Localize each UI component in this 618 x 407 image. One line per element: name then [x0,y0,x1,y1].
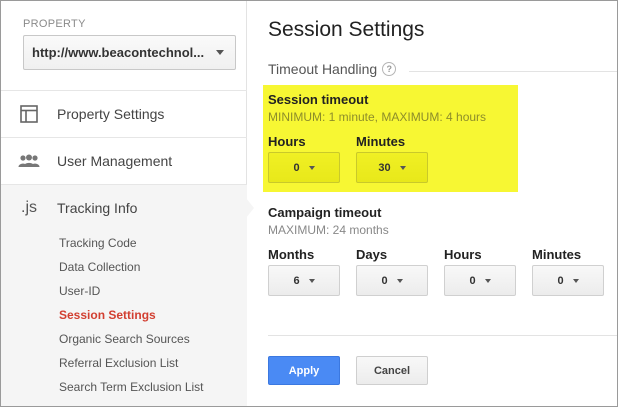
chevron-down-icon [572,278,579,283]
apply-button[interactable]: Apply [268,356,340,385]
chevron-down-icon [216,50,224,55]
sidebar-item-property-settings[interactable]: Property Settings [1,91,247,136]
cancel-button[interactable]: Cancel [356,356,428,385]
campaign-timeout-range: MAXIMUM: 24 months [268,223,389,237]
js-icon: .js [21,198,37,216]
sub-item-user-id[interactable]: User-ID [59,284,100,298]
sidebar-item-tracking-info[interactable]: .js Tracking Info [1,185,247,230]
chevron-down-icon [399,165,406,170]
campaign-months-dropdown[interactable]: 6 [268,265,340,296]
sub-item-referral-exclusion-list[interactable]: Referral Exclusion List [59,356,178,370]
session-hours-dropdown[interactable]: 0 [268,152,340,183]
chevron-down-icon [484,278,491,283]
session-hours-label: Hours [268,134,306,149]
sub-item-organic-search-sources[interactable]: Organic Search Sources [59,332,190,346]
sub-item-search-term-exclusion-list[interactable]: Search Term Exclusion List [59,380,204,394]
chevron-down-icon [308,278,315,283]
campaign-days-dropdown[interactable]: 0 [356,265,428,296]
campaign-months-value: 6 [293,274,300,287]
campaign-hours-value: 0 [469,274,476,287]
sidebar-item-user-management[interactable]: User Management [1,138,247,183]
section-title-text: Timeout Handling [268,61,378,77]
section-title: Timeout Handling ? [268,61,397,77]
campaign-timeout-title: Campaign timeout [268,205,382,220]
sidebar-item-label: Property Settings [57,105,165,122]
users-icon [1,154,57,168]
campaign-days-label: Days [356,247,388,262]
campaign-hours-dropdown[interactable]: 0 [444,265,516,296]
main-panel: Session Settings Timeout Handling ? Sess… [247,1,617,406]
session-minutes-value: 30 [378,161,391,174]
session-hours-value: 0 [293,161,300,174]
session-timeout-range: MINIMUM: 1 minute, MAXIMUM: 4 hours [268,110,487,124]
campaign-days-value: 0 [381,274,388,287]
session-minutes-label: Minutes [356,134,406,149]
help-icon[interactable]: ? [382,62,397,76]
campaign-minutes-dropdown[interactable]: 0 [532,265,604,296]
sub-item-tracking-code[interactable]: Tracking Code [59,236,137,250]
sidebar: PROPERTY http://www.beacontechnol... Pro… [1,1,247,406]
chevron-down-icon [396,278,403,283]
session-timeout-title: Session timeout [268,92,369,107]
campaign-minutes-label: Minutes [532,247,582,262]
campaign-minutes-value: 0 [557,274,564,287]
property-select[interactable]: http://www.beacontechnol... [23,35,236,70]
layout-icon [1,104,57,123]
session-minutes-dropdown[interactable]: 30 [356,152,428,183]
campaign-hours-label: Hours [444,247,482,262]
sidebar-item-label: User Management [57,152,173,169]
property-label: PROPERTY [23,18,86,30]
campaign-months-label: Months [268,247,315,262]
sidebar-item-label: Tracking Info [57,199,138,216]
chevron-down-icon [308,165,315,170]
form-divider [268,335,617,336]
sub-item-data-collection[interactable]: Data Collection [59,260,140,274]
property-select-value: http://www.beacontechnol... [32,45,205,60]
page-title: Session Settings [268,18,425,41]
sub-item-session-settings[interactable]: Session Settings [59,308,156,322]
section-divider [409,71,617,72]
